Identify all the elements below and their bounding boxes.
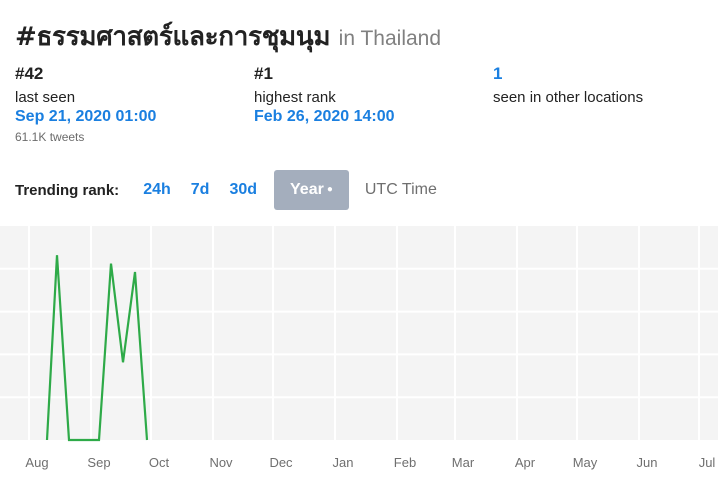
highest-rank-stat: #1 highest rank Feb 26, 2020 14:00 [254,64,395,128]
x-tick-label: Aug [25,455,48,470]
x-tick-label: Jul [699,455,716,470]
x-tick-label: Oct [149,455,170,470]
x-tick-label: Dec [269,455,293,470]
range-year-label: Year [290,181,324,198]
range-24h-button[interactable]: 24h [133,170,181,210]
other-locations-label: seen in other locations [493,89,644,106]
trending-rank-chart: Aug Sep Oct Nov Dec Jan Feb Mar Apr May Jun Jul [0,226,718,470]
location-label: in Thailand [338,27,442,50]
x-tick-label: Mar [452,455,475,470]
range-year-button[interactable]: Year ● [274,170,349,210]
x-tick-label: Nov [209,455,233,470]
utc-time-toggle[interactable]: UTC Time [365,181,437,199]
last-seen-stat: #42 last seen Sep 21, 2020 01:00 61.1K t… [15,64,156,144]
range-7d-button[interactable]: 7d [181,170,220,210]
range-30d-button[interactable]: 30d [219,170,267,210]
chart-background [0,226,718,440]
x-tick-label: Apr [515,455,536,470]
x-tick-label: Jun [637,455,658,470]
highest-rank-value: #1 [254,64,273,83]
x-axis-ticks: Aug Sep Oct Nov Dec Jan Feb Mar Apr May Jun Jul [25,455,715,470]
trend-title: #ธรรมศาสตร์และการชุมนุม in Thailand [15,16,441,57]
trending-rank-controls: Trending rank: 24h 7d 30d Year ● UTC Time [15,170,437,210]
x-tick-label: Sep [87,455,110,470]
hashtag-title: #ธรรมศาสตร์และการชุมนุม [15,22,331,52]
other-locations-count-link[interactable]: 1 [493,64,643,86]
highest-rank-label: highest rank [254,89,336,106]
last-seen-date-link[interactable]: Sep 21, 2020 01:00 [15,108,156,128]
tweet-count: 61.1K tweets [15,130,85,144]
x-tick-label: Feb [394,455,416,470]
last-seen-rank: #42 [15,64,44,83]
selected-dot-icon: ● [326,184,333,195]
other-locations-stat: 1 seen in other locations [493,64,643,108]
trending-rank-label: Trending rank: [15,181,120,199]
last-seen-label: last seen [15,89,76,106]
highest-rank-date-link[interactable]: Feb 26, 2020 14:00 [254,108,395,128]
x-tick-label: Jan [333,455,354,470]
x-tick-label: May [573,455,598,470]
